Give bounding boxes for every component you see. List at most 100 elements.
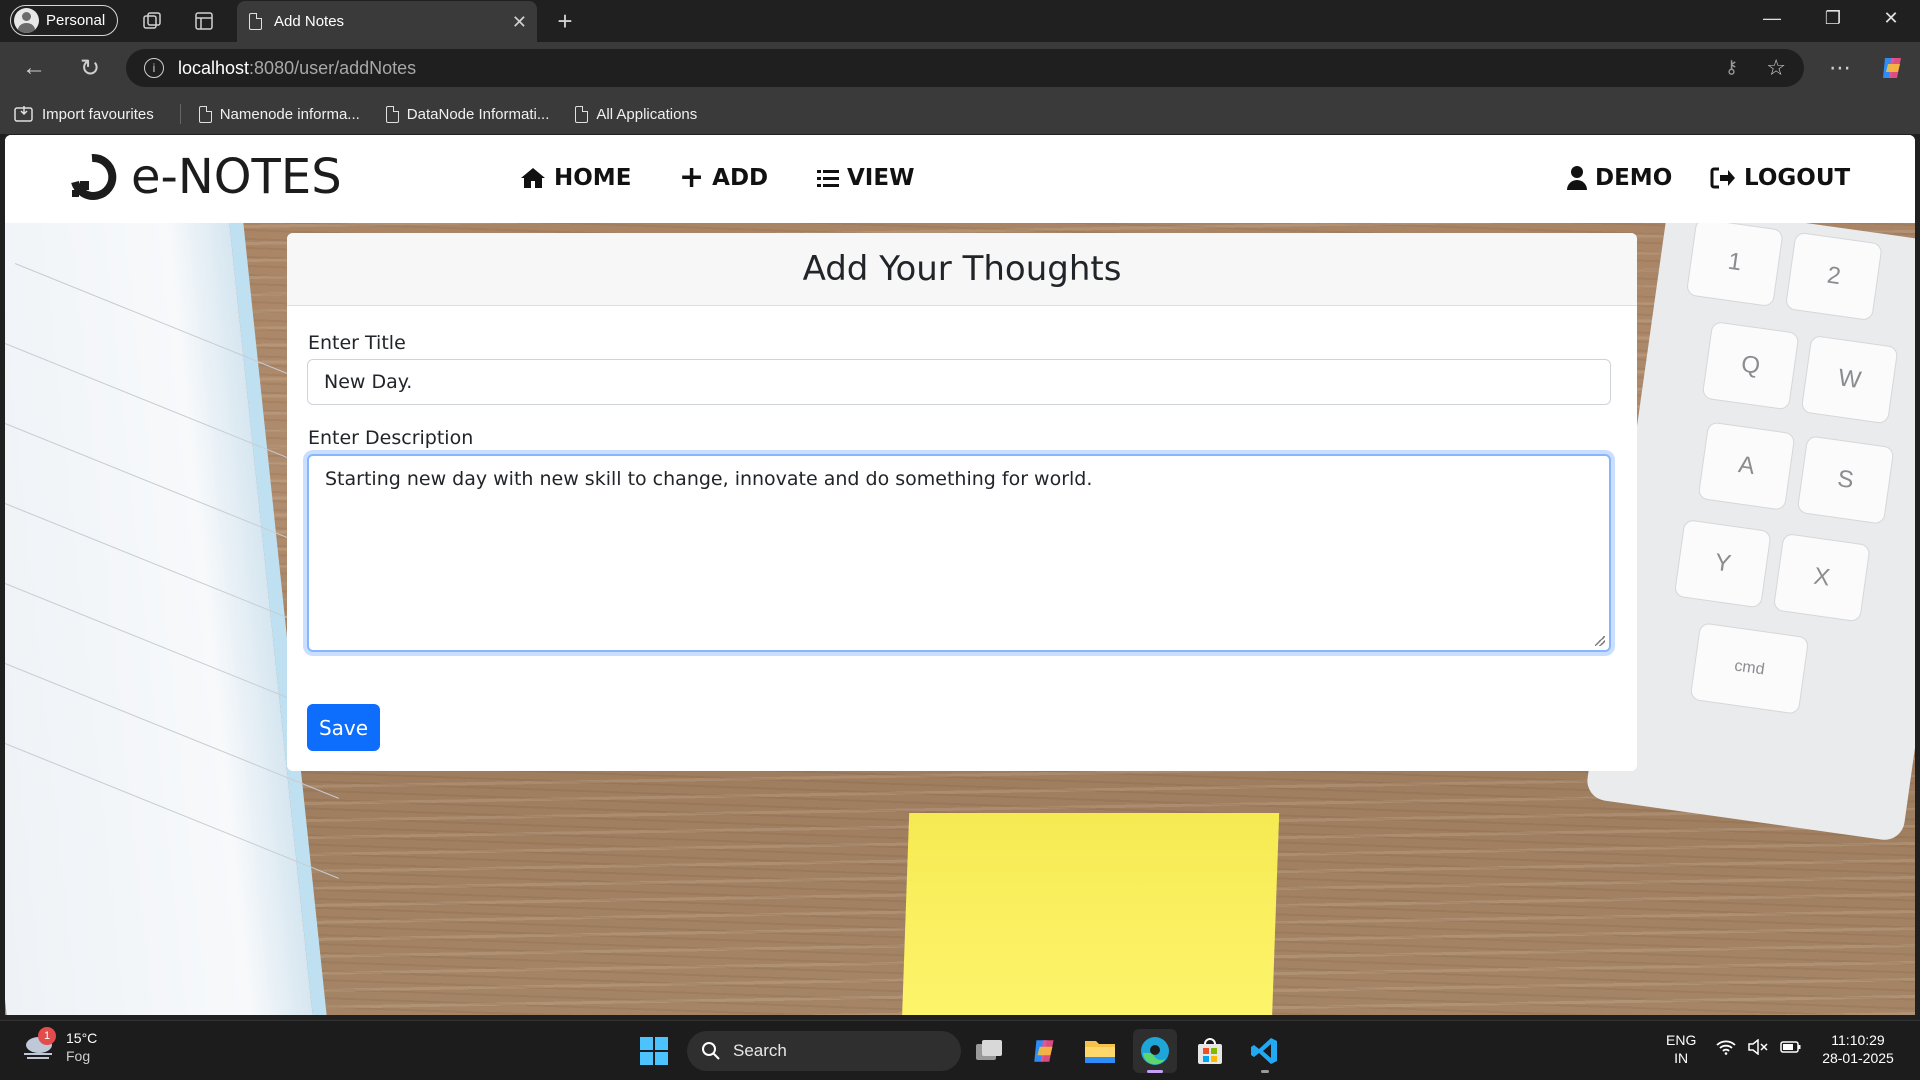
bookmark-datanode[interactable]: DataNode Informati... [385,105,550,123]
brand[interactable]: e-NOTES [67,149,342,205]
copilot-app-icon [1034,1040,1054,1062]
store-button[interactable] [1188,1029,1232,1073]
key: 2 [1784,231,1883,322]
back-icon[interactable]: ← [20,54,48,82]
title-label: Enter Title [308,332,406,354]
profile-label: Personal [46,12,106,29]
active-app-indicator [1147,1070,1163,1073]
key: S [1796,435,1895,525]
description-textarea[interactable]: Starting new day with new skill to chang… [307,454,1611,652]
taskbar: 1 15°C Fog Search ENG IN 11:10:29 28-01-… [0,1020,1920,1080]
bookmark-all-applications[interactable]: All Applications [575,105,698,123]
user-icon [1567,166,1587,190]
key: Y [1673,518,1772,609]
nav-add-label: ADD [712,165,769,191]
key: A [1697,421,1796,511]
key: Q [1701,320,1800,411]
key-icon[interactable]: ⚷ [1725,57,1738,78]
restore-icon[interactable]: ❐ [1818,8,1848,29]
new-tab-icon[interactable]: + [552,6,578,36]
edge-icon [1141,1037,1169,1065]
bookmark-import-favourites[interactable]: Import favourites [14,105,154,123]
page-icon [385,105,399,123]
copilot-taskbar-button[interactable] [1023,1029,1067,1073]
windows-logo-icon [640,1037,668,1065]
logout-icon [1710,167,1735,189]
address-bar[interactable]: i localhost :8080/user/addNotes ⚷ ☆ [126,49,1804,87]
page-icon [575,105,589,123]
profile-button[interactable]: Personal [10,5,118,36]
task-view-button[interactable] [968,1029,1012,1073]
brand-logo-icon [71,153,117,200]
bookmark-label: Namenode informa... [219,105,360,123]
nav-user-label: DEMO [1595,165,1673,191]
resize-grip-icon[interactable] [1595,636,1605,646]
site-info-icon[interactable]: i [144,58,164,78]
vscode-button[interactable] [1243,1029,1287,1073]
list-icon [817,170,839,187]
search-icon [702,1042,720,1060]
tab-close-icon[interactable]: ✕ [512,12,527,33]
bookmark-label: DataNode Informati... [406,105,550,123]
language-indicator[interactable]: ENG IN [1666,1031,1696,1067]
workspaces-icon[interactable] [140,9,164,33]
tab-add-notes[interactable]: Add Notes ✕ [237,1,537,42]
favourite-star-icon[interactable]: ☆ [1766,55,1786,81]
notebook-paper [5,223,327,1015]
key: X [1772,532,1871,623]
brand-name: e-NOTES [131,149,342,205]
title-input[interactable]: New Day. [307,359,1611,405]
browser-tab-bar: Personal Add Notes ✕ + — ❐ ✕ [0,0,1920,42]
system-tray-icons[interactable] [1716,1039,1802,1055]
bookmark-namenode[interactable]: Namenode informa... [198,105,360,123]
weather-condition: Fog [66,1048,91,1064]
add-note-card: Add Your Thoughts Enter Title New Day. E… [287,233,1637,771]
page-icon [249,13,262,30]
bookmark-label: All Applications [596,105,698,123]
nav-add[interactable]: + ADD [679,163,769,193]
nav-user[interactable]: DEMO [1567,165,1672,191]
vscode-icon [1251,1038,1277,1064]
tab-title: Add Notes [274,13,345,30]
home-icon [521,168,545,188]
save-button[interactable]: Save [307,704,380,751]
speaker-muted-icon [1748,1039,1768,1055]
nav-home[interactable]: HOME [520,165,631,191]
more-options-icon[interactable]: ⋯ [1826,54,1854,82]
address-row: ← ↻ i localhost :8080/user/addNotes ⚷ ☆ … [0,42,1920,94]
nav-logout[interactable]: LOGOUT [1710,165,1850,191]
nav-view[interactable]: VIEW [817,165,914,191]
profile-avatar-icon [14,8,39,33]
card-header: Add Your Thoughts [287,233,1637,306]
weather-fog-icon: 1 [22,1027,56,1061]
taskbar-search[interactable]: Search [687,1031,961,1071]
import-favourites-icon [14,106,33,122]
navbar: e-NOTES HOME + ADD VIEW DEMO LOGOUT [5,135,1915,223]
description-label: Enter Description [308,427,474,449]
file-explorer-button[interactable] [1078,1029,1122,1073]
weather-widget[interactable]: 1 15°C Fog [22,1027,97,1065]
vertical-tabs-icon[interactable] [192,9,216,33]
close-window-icon[interactable]: ✕ [1876,8,1906,29]
bookmark-label: Import favourites [42,105,154,123]
search-placeholder: Search [733,1041,787,1060]
nav-home-label: HOME [554,165,632,191]
copilot-icon[interactable] [1878,53,1908,83]
wifi-icon [1716,1040,1736,1055]
nav-logout-label: LOGOUT [1744,165,1851,191]
running-app-indicator [1261,1070,1269,1073]
edge-button[interactable] [1133,1029,1177,1073]
clock-date: 28-01-2025 [1822,1050,1894,1066]
minimize-icon[interactable]: — [1757,8,1787,29]
clock[interactable]: 11:10:29 28-01-2025 [1816,1031,1900,1067]
nav-view-label: VIEW [847,165,915,191]
url-host: localhost [178,57,250,78]
title-input-value: New Day. [324,371,413,393]
key: W [1800,334,1899,425]
refresh-icon[interactable]: ↻ [76,54,104,82]
card-title: Add Your Thoughts [802,249,1122,289]
folder-icon [1085,1041,1115,1063]
task-view-icon [976,1040,1002,1060]
start-button[interactable] [632,1029,676,1073]
sticky-note [900,813,1280,1015]
